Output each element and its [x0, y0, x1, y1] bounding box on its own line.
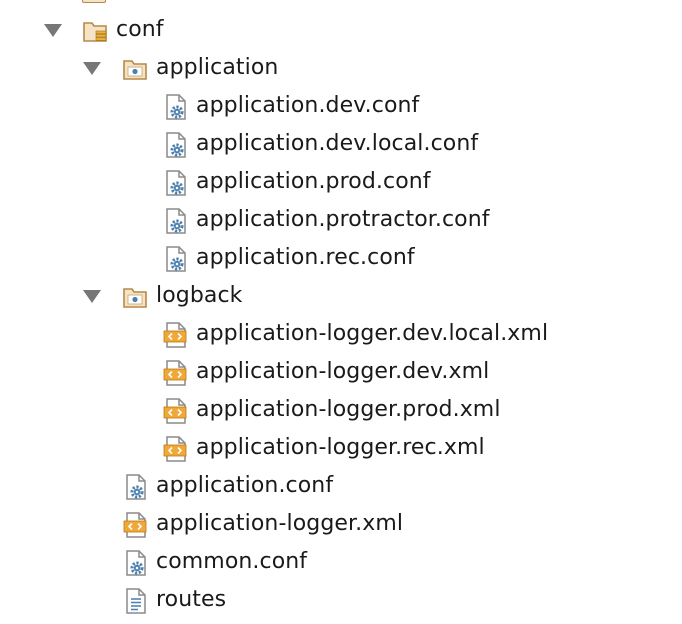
resource-folder-icon	[83, 22, 107, 42]
expand-arrow-icon[interactable]	[83, 62, 101, 75]
config-file-icon	[126, 474, 146, 500]
source-folder-icon	[123, 288, 147, 308]
tree-item-conf[interactable]: conf	[0, 11, 682, 49]
tree-item-label: application.rec.conf	[196, 245, 415, 270]
tree-item-label: application.dev.local.conf	[196, 131, 479, 156]
config-file-icon	[166, 208, 186, 234]
tree-item-file[interactable]: application.protractor.conf	[0, 201, 682, 239]
xml-file-icon	[123, 512, 147, 538]
tree-item-label: application-logger.xml	[156, 511, 404, 536]
tree-item-label: application.prod.conf	[196, 169, 431, 194]
config-file-icon	[166, 170, 186, 196]
source-folder-icon	[123, 60, 147, 80]
tree-item-file[interactable]: common.conf	[0, 543, 682, 581]
tree-item-file[interactable]: application.prod.conf	[0, 163, 682, 201]
tree-item-label: application-logger.dev.xml	[196, 359, 490, 384]
xml-file-icon	[163, 322, 187, 348]
tree-item-file[interactable]: application-logger.dev.local.xml	[0, 315, 682, 353]
config-file-icon	[166, 132, 186, 158]
tree-item-logback-folder[interactable]: logback	[0, 277, 682, 315]
xml-file-icon	[163, 436, 187, 462]
previous-tree-item	[82, 0, 154, 4]
tree-item-label: application	[156, 55, 279, 80]
xml-file-icon	[163, 398, 187, 424]
expand-arrow-icon[interactable]	[83, 290, 101, 303]
tree-item-file[interactable]: application-logger.rec.xml	[0, 429, 682, 467]
tree-item-file[interactable]: routes	[0, 581, 682, 619]
tree-item-label: application-logger.dev.local.xml	[196, 321, 549, 346]
tree-item-label: routes	[156, 587, 227, 612]
tree-item-file[interactable]: application.conf	[0, 467, 682, 505]
expand-arrow-icon[interactable]	[44, 24, 62, 37]
tree-item-label: conf	[116, 17, 164, 42]
tree-item-file[interactable]: application-logger.dev.xml	[0, 353, 682, 391]
tree-item-label: application-logger.prod.xml	[196, 397, 501, 422]
tree-item-label: application-logger.rec.xml	[196, 435, 485, 460]
tree-item-file[interactable]: application.dev.local.conf	[0, 125, 682, 163]
tree-item-file[interactable]: application-logger.prod.xml	[0, 391, 682, 429]
config-file-icon	[126, 550, 146, 576]
text-file-icon	[126, 588, 146, 614]
tree-item-label: common.conf	[156, 549, 308, 574]
xml-file-icon	[163, 360, 187, 386]
tree-item-label: application.protractor.conf	[196, 207, 490, 232]
tree-item-label: logback	[156, 283, 243, 308]
tree-item-label: application.conf	[156, 473, 334, 498]
project-tree: conf application application.dev.conf ap…	[0, 0, 682, 624]
config-file-icon	[166, 94, 186, 120]
tree-item-file[interactable]: application.dev.conf	[0, 87, 682, 125]
folder-icon	[82, 0, 106, 3]
tree-item-file[interactable]: application-logger.xml	[0, 505, 682, 543]
config-file-icon	[166, 246, 186, 272]
tree-item-label: application.dev.conf	[196, 93, 420, 118]
tree-item-file[interactable]: application.rec.conf	[0, 239, 682, 277]
tree-item-application-folder[interactable]: application	[0, 49, 682, 87]
